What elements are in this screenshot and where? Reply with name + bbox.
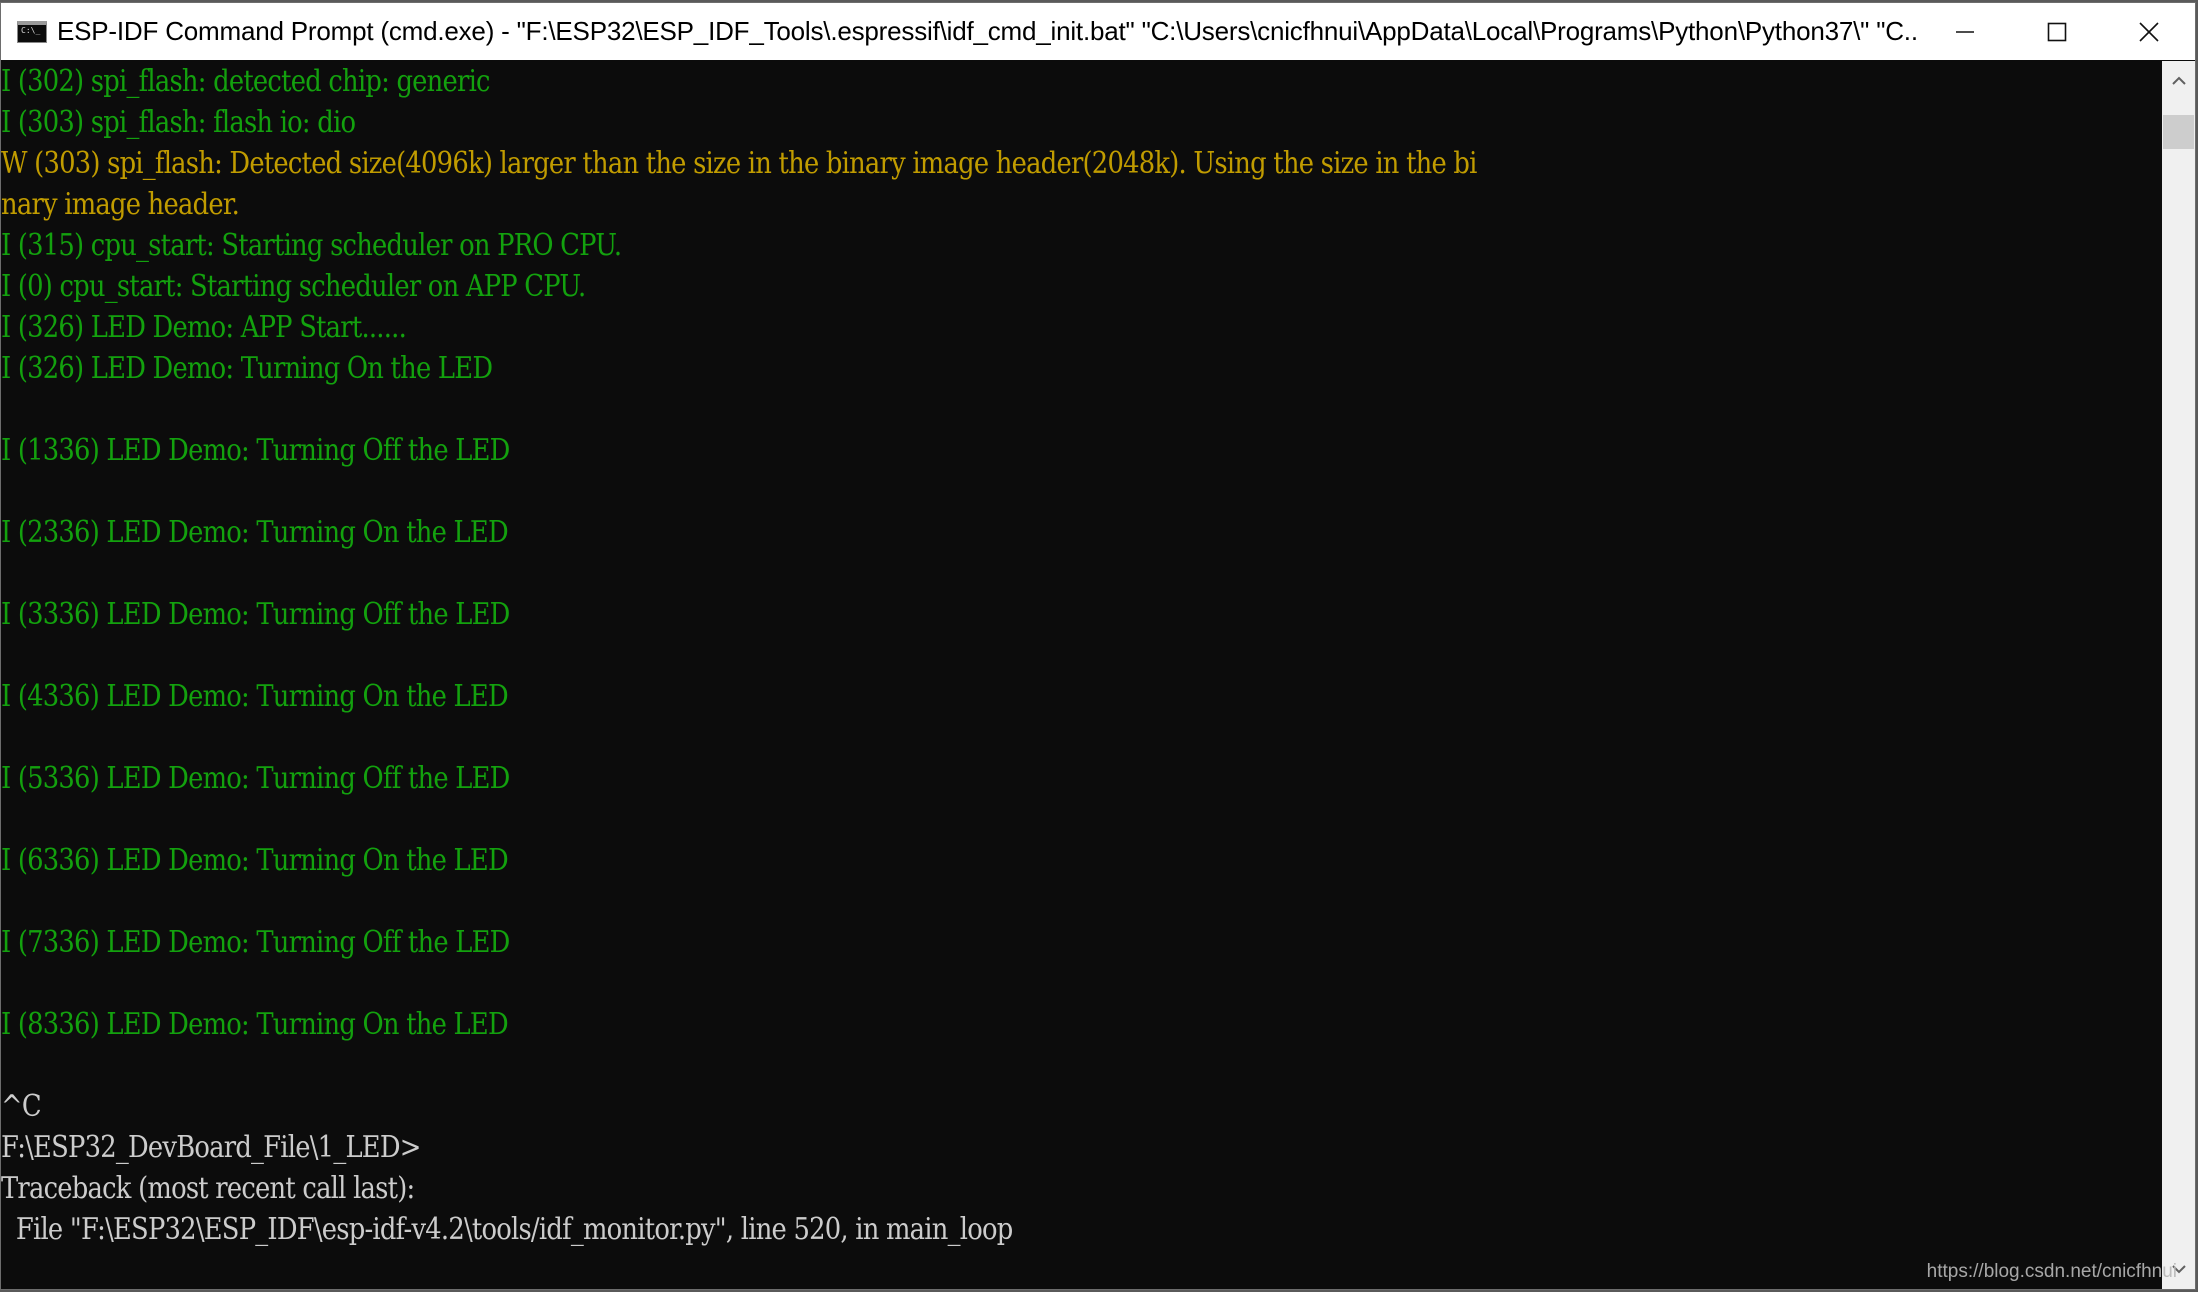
terminal-line: I (3336) LED Demo: Turning Off the LED xyxy=(1,597,510,632)
terminal-line: I (0) cpu_start: Starting scheduler on A… xyxy=(1,269,586,304)
terminal-output[interactable]: I (302) spi_flash: detected chip: generi… xyxy=(1,61,2162,1289)
cmd-app-icon[interactable]: C:\_ xyxy=(17,20,47,43)
terminal-line: I (2336) LED Demo: Turning On the LED xyxy=(1,515,509,550)
terminal-line: I (5336) LED Demo: Turning Off the LED xyxy=(1,761,510,796)
terminal-line: I (326) LED Demo: APP Start...... xyxy=(1,310,407,345)
cmd-window: C:\_ ESP-IDF Command Prompt (cmd.exe) - … xyxy=(0,2,2196,1290)
terminal-line: nary image header. xyxy=(1,187,240,222)
minimize-icon xyxy=(1956,30,1974,33)
terminal-line: I (1336) LED Demo: Turning Off the LED xyxy=(1,433,510,468)
scroll-up-button[interactable] xyxy=(2162,63,2195,99)
maximize-button[interactable] xyxy=(2011,3,2103,60)
scroll-thumb[interactable] xyxy=(2163,115,2194,149)
terminal-line: Traceback (most recent call last): xyxy=(1,1171,415,1206)
terminal-line: I (326) LED Demo: Turning On the LED xyxy=(1,351,493,386)
terminal-line: W (303) spi_flash: Detected size(4096k) … xyxy=(1,146,1477,181)
chevron-up-icon xyxy=(2171,76,2186,85)
terminal-line: File "F:\ESP32\ESP_IDF\esp-idf-v4.2\tool… xyxy=(1,1212,1013,1247)
terminal-line: F:\ESP32_DevBoard_File\1_LED> xyxy=(1,1130,421,1165)
app-icon-glyph: C:\_ xyxy=(21,25,41,35)
terminal-line: I (4336) LED Demo: Turning On the LED xyxy=(1,679,509,714)
window-title: ESP-IDF Command Prompt (cmd.exe) - "F:\E… xyxy=(57,16,1919,46)
watermark: https://blog.csdn.net/cnicfhnui xyxy=(1926,1261,2177,1282)
close-button[interactable] xyxy=(2103,3,2195,60)
vertical-scrollbar[interactable] xyxy=(2162,61,2195,1289)
terminal-line: I (315) cpu_start: Starting scheduler on… xyxy=(1,228,622,263)
close-icon xyxy=(2139,21,2159,42)
terminal-line: I (7336) LED Demo: Turning Off the LED xyxy=(1,925,510,960)
terminal-line: I (302) spi_flash: detected chip: generi… xyxy=(1,64,491,99)
minimize-button[interactable] xyxy=(1919,3,2011,60)
terminal-line: I (8336) LED Demo: Turning On the LED xyxy=(1,1007,509,1042)
terminal-line: ^C xyxy=(1,1089,42,1124)
terminal-line: I (6336) LED Demo: Turning On the LED xyxy=(1,843,509,878)
maximize-icon xyxy=(2047,22,2067,41)
terminal-line: I (303) spi_flash: flash io: dio xyxy=(1,105,356,140)
title-bar[interactable]: C:\_ ESP-IDF Command Prompt (cmd.exe) - … xyxy=(1,3,2195,60)
